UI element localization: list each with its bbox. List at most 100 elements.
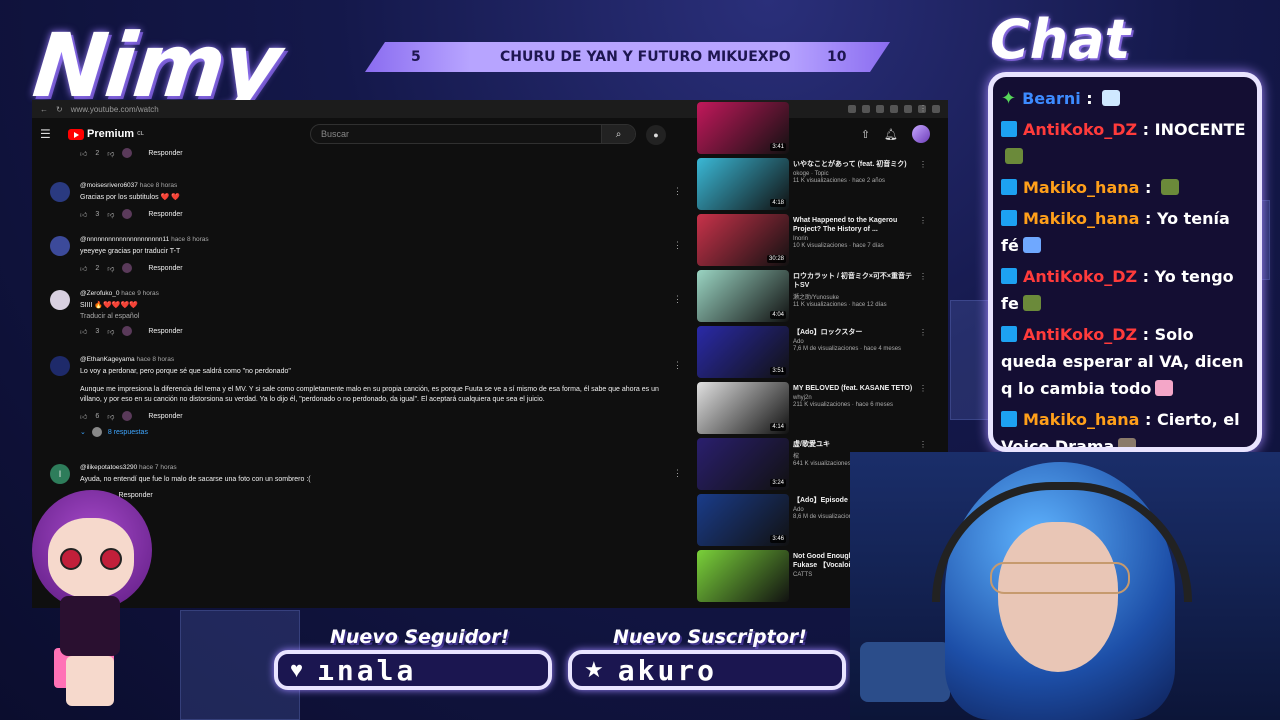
video-menu-icon[interactable]: ⋮ (919, 440, 927, 449)
chat-message: Makiko_hana : Cierto, el Voice Drama (1001, 406, 1249, 447)
reply-button[interactable]: Responder (148, 211, 182, 218)
comment-author[interactable]: @EthanKageyama (80, 356, 135, 363)
video-channel[interactable]: whyj2n (793, 395, 913, 401)
creator-heart-icon (122, 411, 133, 421)
comment-author[interactable]: @Zerofuko_0 (80, 290, 119, 297)
video-duration: 4:04 (770, 311, 786, 319)
menu-icon[interactable]: ☰ (40, 127, 52, 141)
comment-time[interactable]: hace 8 horas (140, 182, 178, 189)
related-video[interactable]: 4:18 いやなことがあって (feat. 初音ミク) okoge · Topic 1… (697, 158, 927, 210)
like-icon[interactable]: 👍︎ (80, 264, 87, 273)
comment-author[interactable]: @ilikepotatoes3290 (80, 464, 137, 471)
commenter-avatar[interactable] (50, 182, 70, 202)
related-video[interactable]: 3:41 ⋮ (697, 102, 927, 154)
dislike-icon[interactable]: 👎︎ (107, 264, 114, 273)
video-thumbnail[interactable]: 3:51 (697, 326, 789, 378)
dislike-icon[interactable]: 👎︎ (107, 412, 114, 421)
dislike-icon[interactable]: 👎︎ (107, 327, 114, 336)
emote-icon (1022, 237, 1041, 253)
video-title[interactable]: What Happened to the Kagerou Project? Th… (793, 216, 913, 234)
chat-username[interactable]: AntiKoko_DZ (1023, 120, 1137, 139)
chat-separator: : (1137, 267, 1155, 286)
follower-alert: ♥ ınala (274, 650, 552, 690)
video-thumbnail[interactable]: 3:24 (697, 438, 789, 490)
related-video[interactable]: 3:51 【Ado】ロックスター Ado 7,6 M de visualizacion… (697, 326, 927, 378)
video-channel[interactable]: okoge · Topic (793, 171, 913, 177)
back-icon[interactable]: ← (40, 105, 48, 114)
video-menu-icon[interactable]: ⋮ (919, 104, 927, 113)
video-thumbnail[interactable]: 4:04 (697, 270, 789, 322)
chat-username[interactable]: Bearni (1022, 89, 1081, 108)
commenter-avatar[interactable] (50, 290, 70, 310)
comment-time[interactable]: hace 8 horas (136, 356, 174, 363)
chat-separator: : (1139, 410, 1157, 429)
video-channel[interactable]: Ado (793, 339, 913, 345)
replies-count[interactable]: 8 respuestas (108, 429, 148, 436)
video-title[interactable]: ロウカラット / 初音ミク×可不×重音テトSV (793, 272, 913, 290)
video-thumbnail[interactable]: 30:28 (697, 214, 789, 266)
video-title[interactable]: いやなことがあって (feat. 初音ミク) (793, 160, 913, 169)
like-icon[interactable]: 👍︎ (80, 327, 87, 336)
video-duration: 3:41 (770, 143, 786, 151)
comment-time[interactable]: hace 9 horas (121, 290, 159, 297)
video-title[interactable]: MY BELOVED (feat. KASANE TETO) (793, 384, 913, 393)
chat-username[interactable]: Makiko_hana (1023, 178, 1139, 197)
reload-icon[interactable]: ↻ (56, 105, 63, 114)
video-menu-icon[interactable]: ⋮ (919, 328, 927, 337)
replies-toggle[interactable]: respuestas (80, 506, 670, 513)
dislike-icon[interactable]: 👎︎ (107, 210, 114, 219)
comment-menu-icon[interactable]: ⋮ (673, 294, 682, 305)
search-button[interactable]: ⌕ (601, 125, 635, 143)
video-menu-icon[interactable]: ⋮ (919, 272, 927, 281)
like-icon[interactable]: 👍︎ (80, 412, 87, 421)
comment-menu-icon[interactable]: ⋮ (673, 360, 682, 371)
commenter-avatar[interactable] (50, 356, 70, 376)
search-input[interactable]: Buscar ⌕ (310, 124, 636, 144)
comment-text: SIIII 🔥❤️❤️❤️❤️ (80, 302, 138, 309)
comment-time[interactable]: hace 7 horas (139, 464, 177, 471)
reply-button[interactable]: Responder (148, 413, 182, 420)
like-icon[interactable]: 👍︎ (80, 210, 87, 219)
video-thumbnail[interactable]: 4:14 (697, 382, 789, 434)
youtube-logo[interactable]: Premium CL (68, 128, 144, 140)
comment-author[interactable]: @nnnnnnnnnnnnnnnnnnnnn11 (80, 236, 169, 243)
chat-username[interactable]: AntiKoko_DZ (1023, 267, 1137, 286)
search-icon: ⌕ (615, 128, 622, 140)
reply-button[interactable]: Responder (148, 150, 182, 157)
translate-link[interactable]: Traducir al español (80, 313, 670, 320)
chat-username[interactable]: Makiko_hana (1023, 410, 1139, 429)
creator-heart-icon (122, 263, 133, 273)
related-video[interactable]: 4:14 MY BELOVED (feat. KASANE TETO) whyj2n… (697, 382, 927, 434)
commenter-avatar[interactable] (50, 236, 70, 256)
sub-badge-icon (1001, 179, 1017, 195)
reply-button[interactable]: Responder (148, 265, 182, 272)
comment-menu-icon[interactable]: ⋮ (673, 468, 682, 479)
video-thumbnail[interactable]: 3:46 (697, 494, 789, 546)
video-menu-icon[interactable]: ⋮ (919, 384, 927, 393)
video-stats: 211 K visualizaciones · hace 6 meses (793, 402, 893, 408)
chat-username[interactable]: Makiko_hana (1023, 209, 1139, 228)
video-channel[interactable]: Inorin (793, 236, 913, 242)
video-menu-icon[interactable]: ⋮ (919, 160, 927, 169)
creator-heart-icon (122, 326, 133, 336)
related-video[interactable]: 30:28 What Happened to the Kagerou Projec… (697, 214, 927, 266)
comment-menu-icon[interactable]: ⋮ (673, 240, 682, 251)
comment-menu-icon[interactable]: ⋮ (673, 186, 682, 197)
comment-time[interactable]: hace 8 horas (171, 236, 209, 243)
video-title[interactable]: 【Ado】ロックスター (793, 328, 913, 337)
related-video[interactable]: 4:04 ロウカラット / 初音ミク×可不×重音テトSV 瀬之助/Yunosuke 1… (697, 270, 927, 322)
chat-username[interactable]: AntiKoko_DZ (1023, 325, 1137, 344)
comment-author[interactable]: @moisesrivero6037 (80, 182, 138, 189)
video-menu-icon[interactable]: ⋮ (919, 216, 927, 225)
extension-icon[interactable] (932, 105, 940, 113)
video-thumbnail[interactable]: 3:41 (697, 102, 789, 154)
video-thumbnail[interactable] (697, 550, 789, 602)
reply-button[interactable]: Responder (148, 328, 182, 335)
comment-actions: 👍︎ 2 👎︎ Responder (80, 263, 670, 273)
like-icon[interactable]: 👍︎ (80, 149, 87, 158)
video-title[interactable]: 虚/歌愛ユキ (793, 440, 913, 449)
dislike-icon[interactable]: 👎︎ (107, 149, 114, 158)
replies-toggle[interactable]: ⌄ 8 respuestas (80, 427, 670, 437)
video-thumbnail[interactable]: 4:18 (697, 158, 789, 210)
video-channel[interactable]: 瀬之助/Yunosuke (793, 292, 913, 301)
